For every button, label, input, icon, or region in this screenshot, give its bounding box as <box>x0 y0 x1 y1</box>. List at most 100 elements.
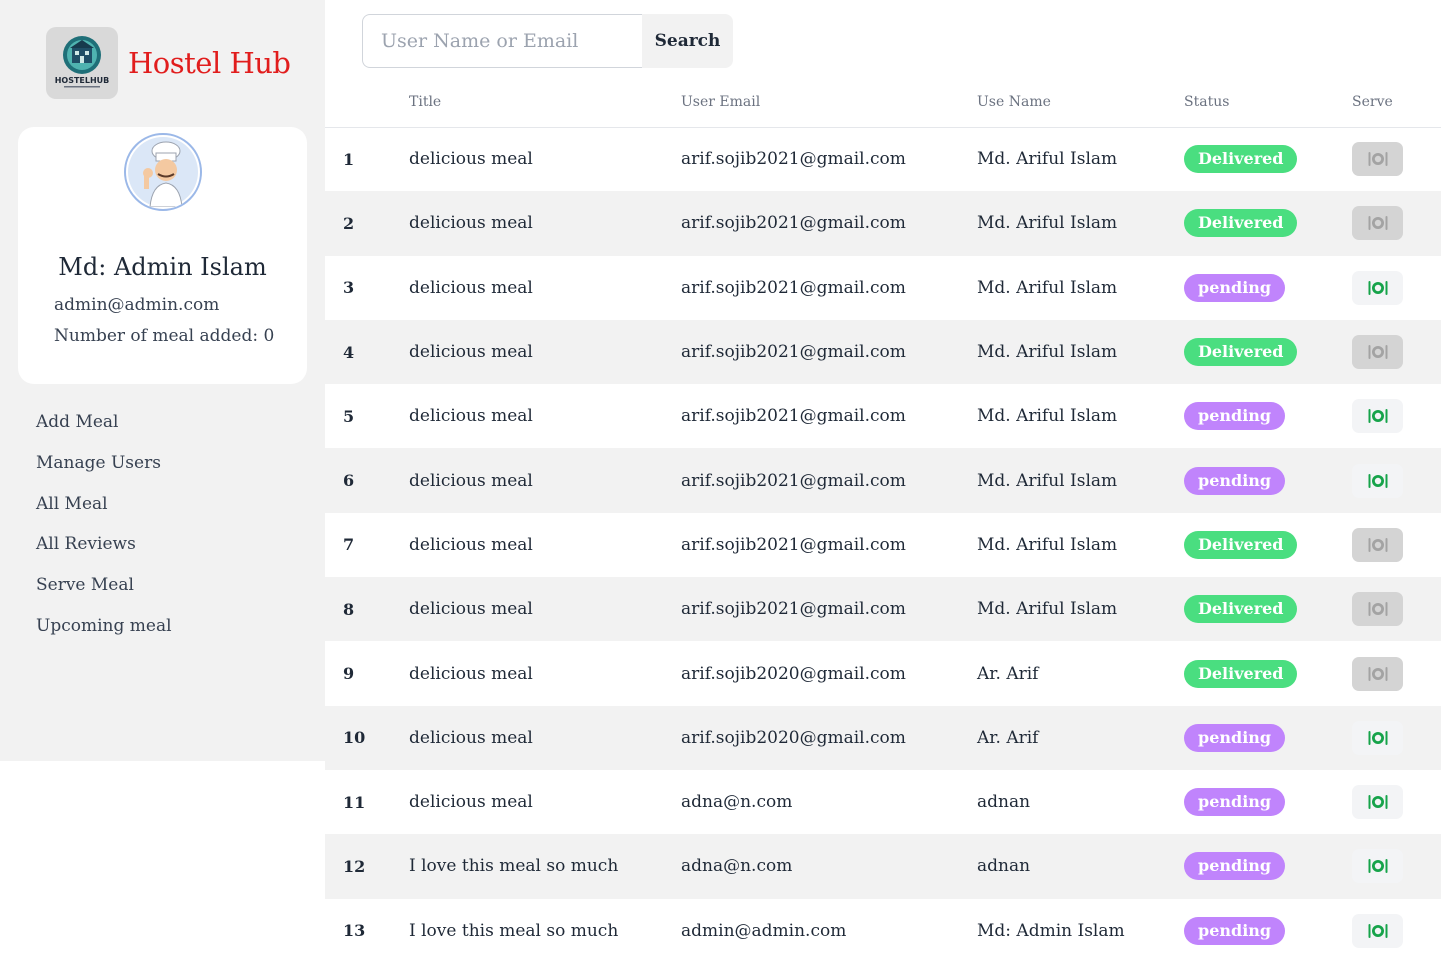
row-title: delicious meal <box>409 663 533 684</box>
serve-meal-icon <box>1368 216 1387 231</box>
row-title: I love this meal so much <box>409 920 619 941</box>
serve-meal-icon <box>1368 473 1387 488</box>
row-number: 11 <box>343 792 366 812</box>
row-serve-cell <box>1352 384 1441 448</box>
row-user-name: Ar. Arif <box>977 727 1039 748</box>
serve-button[interactable] <box>1352 527 1403 562</box>
row-title: delicious meal <box>409 792 533 813</box>
status-badge: pending <box>1184 788 1286 817</box>
header-title: Title <box>409 94 442 111</box>
row-user-email: arif.sojib2021@gmail.com <box>681 149 906 170</box>
serve-button[interactable] <box>1352 656 1403 691</box>
row-user-name: Md. Ariful Islam <box>977 534 1118 555</box>
nav-item-serve-meal[interactable]: Serve Meal <box>36 575 172 616</box>
serve-meal-icon <box>1368 795 1387 810</box>
serve-meal-icon <box>1368 923 1387 938</box>
row-number: 8 <box>343 599 355 619</box>
brand[interactable]: HOSTELHUB Hostel Hub <box>46 27 291 99</box>
row-user-name: Md. Ariful Islam <box>977 599 1118 620</box>
serve-button[interactable] <box>1352 913 1403 948</box>
table-row: 13 I love this meal so much admin@admin.… <box>325 899 1441 961</box>
hostel-logo-icon: HOSTELHUB <box>46 27 118 99</box>
serve-button[interactable] <box>1352 399 1403 434</box>
serve-meal-icon <box>1368 666 1387 681</box>
nav-item-add-meal[interactable]: Add Meal <box>36 412 172 453</box>
serve-button[interactable] <box>1352 592 1403 627</box>
serve-button[interactable] <box>1352 720 1403 755</box>
row-serve-cell <box>1352 577 1441 641</box>
serve-meal-table: Title User Email Use Name Status Serve 1… <box>325 78 1441 961</box>
row-status-cell: pending <box>1184 256 1352 320</box>
search-input[interactable] <box>362 14 642 68</box>
row-number: 9 <box>343 664 355 684</box>
row-user-email: adna@n.com <box>681 792 793 813</box>
serve-meal-icon <box>1368 409 1387 424</box>
row-title: delicious meal <box>409 727 533 748</box>
svg-text:HOSTELHUB: HOSTELHUB <box>55 76 110 85</box>
row-status-cell: pending <box>1184 770 1352 834</box>
meal-count: Number of meal added: 0 <box>54 326 275 346</box>
nav-item-manage-users[interactable]: Manage Users <box>36 453 172 494</box>
status-badge: Delivered <box>1184 338 1298 367</box>
row-user-name: Md: Admin Islam <box>977 920 1125 941</box>
row-status-cell: pending <box>1184 384 1352 448</box>
table-row: 2 delicious meal arif.sojib2021@gmail.co… <box>325 191 1441 256</box>
row-status-cell: Delivered <box>1184 641 1352 705</box>
row-user-email: arif.sojib2021@gmail.com <box>681 406 906 427</box>
row-user-name: adnan <box>977 792 1031 813</box>
table-header-row: Title User Email Use Name Status Serve <box>325 78 1441 127</box>
serve-button[interactable] <box>1352 463 1403 498</box>
row-number: 4 <box>343 342 355 362</box>
serve-button[interactable] <box>1352 270 1403 305</box>
serve-button[interactable] <box>1352 335 1403 370</box>
row-status-cell: Delivered <box>1184 127 1352 191</box>
table-row: 5 delicious meal arif.sojib2021@gmail.co… <box>325 384 1441 448</box>
table-row: 12 I love this meal so much adna@n.com a… <box>325 834 1441 899</box>
row-serve-cell <box>1352 899 1441 961</box>
search-bar: Search <box>362 14 733 68</box>
serve-button[interactable] <box>1352 785 1403 820</box>
row-number: 13 <box>343 921 366 941</box>
profile-card: Md: Admin Islam admin@admin.com Number o… <box>18 127 307 384</box>
row-title: delicious meal <box>409 342 533 363</box>
row-number: 3 <box>343 278 355 298</box>
status-badge: Delivered <box>1184 209 1298 238</box>
table-row: 11 delicious meal adna@n.com adnan pendi… <box>325 770 1441 834</box>
row-user-name: Ar. Arif <box>977 663 1039 684</box>
row-serve-cell <box>1352 770 1441 834</box>
serve-button[interactable] <box>1352 849 1403 884</box>
table-row: 7 delicious meal arif.sojib2021@gmail.co… <box>325 513 1441 577</box>
row-serve-cell <box>1352 706 1441 770</box>
row-user-email: admin@admin.com <box>681 920 847 941</box>
header-user-email: User Email <box>681 94 761 111</box>
row-number: 12 <box>343 856 366 876</box>
nav-item-all-meal[interactable]: All Meal <box>36 494 172 535</box>
row-status-cell: pending <box>1184 448 1352 512</box>
table-body: 1 delicious meal arif.sojib2021@gmail.co… <box>325 127 1441 961</box>
row-serve-cell <box>1352 513 1441 577</box>
table-row: 10 delicious meal arif.sojib2020@gmail.c… <box>325 705 1441 770</box>
row-user-email: arif.sojib2021@gmail.com <box>681 342 906 363</box>
row-number: 10 <box>343 728 366 748</box>
row-title: delicious meal <box>409 277 533 298</box>
header-status: Status <box>1184 94 1230 111</box>
chef-avatar-icon <box>124 133 202 211</box>
row-title: delicious meal <box>409 599 533 620</box>
header-serve: Serve <box>1352 94 1393 111</box>
status-badge: Delivered <box>1184 145 1298 174</box>
row-status-cell: Delivered <box>1184 577 1352 641</box>
status-badge: Delivered <box>1184 659 1298 688</box>
sidebar: HOSTELHUB Hostel Hub Md: Admin Islam adm… <box>0 0 325 761</box>
status-badge: pending <box>1184 723 1286 752</box>
nav-item-upcoming-meal[interactable]: Upcoming meal <box>36 616 172 657</box>
row-title: delicious meal <box>409 534 533 555</box>
row-user-name: adnan <box>977 856 1031 877</box>
header-index <box>325 78 409 127</box>
row-title: delicious meal <box>409 213 533 234</box>
serve-button[interactable] <box>1352 142 1403 177</box>
search-button[interactable]: Search <box>642 14 733 68</box>
admin-name: Md: Admin Islam <box>58 253 267 281</box>
nav-item-all-reviews[interactable]: All Reviews <box>36 534 172 575</box>
serve-button[interactable] <box>1352 206 1403 241</box>
serve-meal-icon <box>1368 859 1387 874</box>
